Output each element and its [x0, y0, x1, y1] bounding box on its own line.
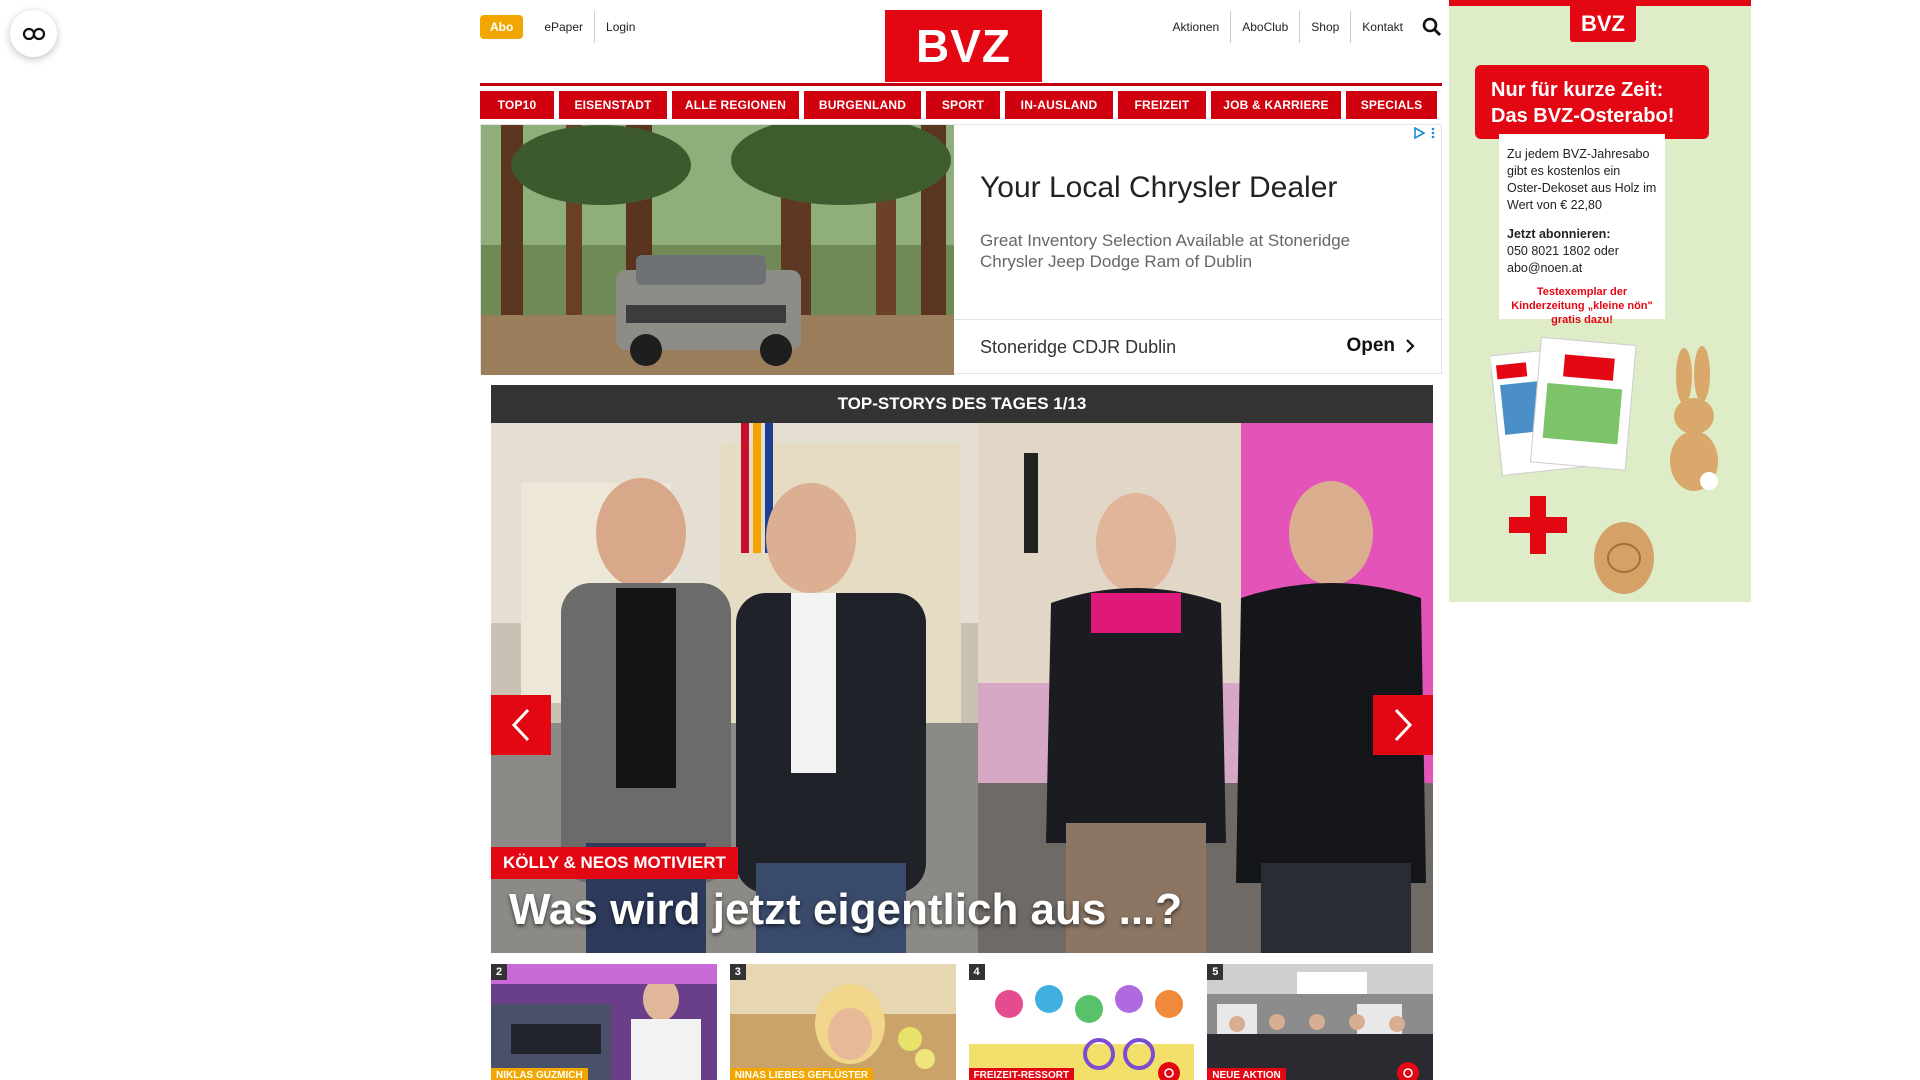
side-ad-card: Zu jedem BVZ-Jahresabo gibt es kostenlos… — [1499, 134, 1665, 326]
red-cross-icon — [1509, 496, 1567, 554]
side-ad-osterabo[interactable]: BVZ Nur für kurze Zeit: Das BVZ-Osterabo… — [1449, 0, 1751, 602]
camera-icon — [1158, 1062, 1181, 1080]
nav-item-in-ausland[interactable]: IN-AUSLAND — [1005, 91, 1113, 119]
story-thumbnails: 2 NIKLAS GUZMICH 3 NINAS LIEBES GEFLÜSTE… — [491, 964, 1433, 1080]
chevron-right-icon — [1394, 708, 1413, 742]
top-stories-carousel: TOP-STORYS DES TAGES 1/13 KÖLLY & NEOS M… — [491, 385, 1433, 953]
side-ad-note: Testexemplar der Kinderzeitung „kleine n… — [1511, 286, 1653, 326]
side-ad-banner: Nur für kurze Zeit: Das BVZ-Osterabo! — [1475, 65, 1709, 139]
nav-item-sport[interactable]: SPORT — [926, 91, 1000, 119]
kontakt-link[interactable]: Kontakt — [1350, 11, 1414, 43]
abo-button[interactable]: Abo — [480, 15, 524, 39]
side-ad-subscribe-label: Jetzt abonnieren: — [1507, 227, 1611, 241]
nav-item-job-karriere[interactable]: JOB & KARRIERE — [1211, 91, 1341, 119]
site-header: Abo ePaper Login BVZ Aktionen AboClub Sh… — [480, 0, 1442, 86]
side-ad-body: Zu jedem BVZ-Jahresabo gibt es kostenlos… — [1507, 147, 1657, 212]
thumb-tag: FREIZEIT-RESSORT — [968, 1068, 1075, 1080]
login-link[interactable]: Login — [594, 11, 646, 43]
topbar-left: Abo ePaper Login — [480, 11, 646, 43]
side-ad-contact: 050 8021 1802 oder abo@noen.at — [1507, 244, 1619, 275]
side-ad-banner-line1: Nur für kurze Zeit: — [1491, 79, 1664, 101]
display-ad[interactable]: Your Local Chrysler Dealer Great Invento… — [480, 124, 1443, 375]
logo-text: BVZ — [916, 20, 1011, 72]
camera-icon — [1397, 1062, 1419, 1080]
story-thumbnail[interactable]: 4 FREIZEIT-RESSORT — [968, 964, 1195, 1080]
story-thumbnail[interactable]: 5 NEUE AKTION — [1207, 964, 1433, 1080]
nav-item-specials[interactable]: SPECIALS — [1346, 91, 1437, 119]
thumb-number: 5 — [1207, 964, 1224, 980]
ad-divider — [954, 319, 1443, 320]
ad-advertiser: Stoneridge CDJR Dublin — [980, 337, 1177, 357]
ad-image-jeep-forest[interactable] — [481, 125, 954, 375]
carousel-prev-button[interactable] — [491, 695, 551, 755]
side-ad-logo: BVZ — [1570, 6, 1636, 42]
nav-item-eisenstadt[interactable]: EISENSTADT — [559, 91, 667, 119]
thumb-number: 2 — [491, 964, 507, 980]
topbar-right: Aktionen AboClub Shop Kontakt — [1162, 11, 1442, 43]
ad-title[interactable]: Your Local Chrysler Dealer — [980, 171, 1337, 205]
glasses-icon — [22, 27, 45, 40]
chevron-right-icon — [1406, 339, 1415, 353]
nav-item-freizeit[interactable]: FREIZEIT — [1118, 91, 1206, 119]
top-stories-header: TOP-STORYS DES TAGES 1/13 — [491, 385, 1433, 423]
thumb-number: 3 — [729, 964, 746, 980]
thumb-number: 4 — [968, 964, 985, 980]
bunny-illustration — [1670, 346, 1718, 491]
nav-item-top10[interactable]: TOP10 — [480, 91, 554, 119]
carousel-next-button[interactable] — [1373, 695, 1433, 755]
accessibility-button[interactable] — [10, 10, 57, 57]
chevron-left-icon — [511, 708, 530, 742]
egg-illustration — [1594, 522, 1654, 594]
nav-item-alle-regionen[interactable]: ALLE REGIONEN — [672, 91, 799, 119]
nav-item-burgenland[interactable]: BURGENLAND — [804, 91, 921, 119]
ad-description: Great Inventory Selection Available at S… — [980, 231, 1351, 271]
story-headline[interactable]: Was wird jetzt eigentlich aus ...? — [509, 885, 1182, 935]
newspaper-stack-illustration — [1491, 336, 1637, 476]
thumb-tag: NINAS LIEBES GEFLÜSTER — [729, 1068, 874, 1080]
epaper-link[interactable]: ePaper — [533, 11, 594, 43]
thumb-tag: NIKLAS GUZMICH — [491, 1068, 588, 1080]
story-thumbnail[interactable]: 3 NINAS LIEBES GEFLÜSTER — [729, 964, 956, 1080]
story-thumbnail[interactable]: 2 NIKLAS GUZMICH — [491, 964, 717, 1080]
side-ad-banner-line2: Das BVZ-Osterabo! — [1491, 105, 1675, 127]
ad-open-button[interactable]: Open — [1346, 335, 1415, 357]
bvz-logo[interactable]: BVZ — [885, 10, 1042, 82]
search-icon[interactable] — [1414, 11, 1442, 43]
story-tag[interactable]: KÖLLY & NEOS MOTIVIERT — [491, 847, 738, 879]
ad-text-panel: Your Local Chrysler Dealer Great Invento… — [954, 125, 1443, 375]
shop-link[interactable]: Shop — [1299, 11, 1350, 43]
thumb-tag: NEUE AKTION — [1207, 1068, 1286, 1080]
aboclub-link[interactable]: AboClub — [1230, 11, 1299, 43]
aktionen-link[interactable]: Aktionen — [1162, 11, 1231, 43]
ad-open-label: Open — [1346, 335, 1395, 356]
header-divider — [480, 83, 1442, 86]
main-nav: TOP10 EISENSTADT ALLE REGIONEN BURGENLAN… — [480, 91, 1442, 119]
